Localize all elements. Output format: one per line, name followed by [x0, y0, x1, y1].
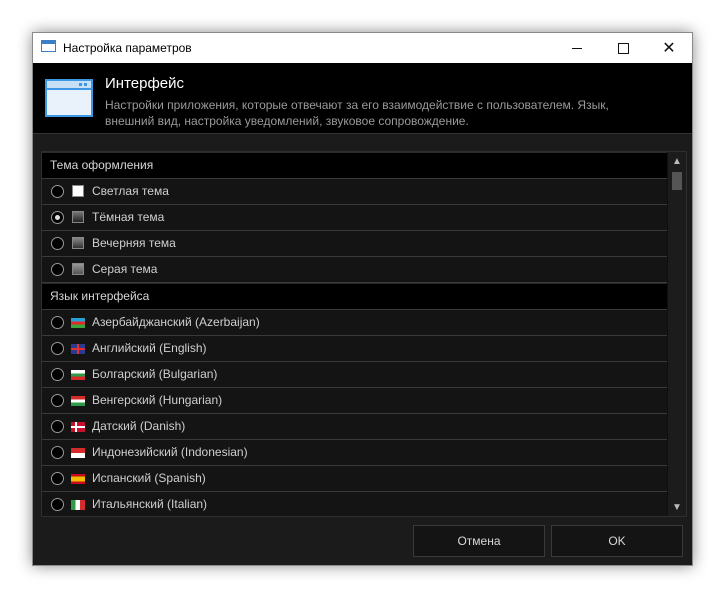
- close-button[interactable]: ✕: [646, 33, 692, 63]
- option-label: Венгерский (Hungarian): [92, 393, 223, 407]
- language-option-hungarian[interactable]: Венгерский (Hungarian): [42, 388, 667, 414]
- theme-option-evening[interactable]: Вечерняя тема: [42, 231, 667, 257]
- language-option-azerbaijani[interactable]: Азербайджанский (Azerbaijan): [42, 310, 667, 336]
- radio-button[interactable]: [51, 185, 64, 198]
- uk-flag-icon: [71, 344, 85, 354]
- radio-button[interactable]: [51, 342, 64, 355]
- option-label: Индонезийский (Indonesian): [92, 445, 248, 459]
- language-option-italian[interactable]: Итальянский (Italian): [42, 492, 667, 516]
- window-icon: [41, 40, 56, 52]
- close-icon: ✕: [662, 40, 676, 57]
- azerbaijan-flag-icon: [71, 318, 85, 328]
- option-label: Тёмная тема: [92, 210, 165, 224]
- option-label: Серая тема: [92, 262, 158, 276]
- gray-theme-swatch: [72, 263, 84, 275]
- settings-list-panel: Тема оформления Светлая тема Тёмная тема…: [41, 151, 687, 517]
- denmark-flag-icon: [71, 422, 85, 432]
- title-bar[interactable]: Настройка параметров ✕: [33, 33, 692, 63]
- language-option-spanish[interactable]: Испанский (Spanish): [42, 466, 667, 492]
- bulgaria-flag-icon: [71, 370, 85, 380]
- radio-button[interactable]: [51, 446, 64, 459]
- settings-list: Тема оформления Светлая тема Тёмная тема…: [42, 152, 667, 516]
- section-header-panel: Интерфейс Настройки приложения, которые …: [33, 63, 692, 134]
- radio-button[interactable]: [51, 263, 64, 276]
- minimize-button[interactable]: [554, 33, 600, 63]
- maximize-icon: [617, 42, 629, 54]
- option-label: Вечерняя тема: [92, 236, 176, 250]
- minimize-icon: [572, 47, 582, 49]
- hungary-flag-icon: [71, 396, 85, 406]
- option-label: Светлая тема: [92, 184, 169, 198]
- theme-option-gray[interactable]: Серая тема: [42, 257, 667, 283]
- option-label: Азербайджанский (Azerbaijan): [92, 315, 260, 329]
- option-label: Датский (Danish): [92, 419, 186, 433]
- radio-button[interactable]: [51, 316, 64, 329]
- radio-button[interactable]: [51, 420, 64, 433]
- radio-button[interactable]: [51, 394, 64, 407]
- theme-option-light[interactable]: Светлая тема: [42, 179, 667, 205]
- radio-button-selected[interactable]: [51, 211, 64, 224]
- language-option-danish[interactable]: Датский (Danish): [42, 414, 667, 440]
- theme-section-title: Тема оформления: [42, 152, 667, 179]
- vertical-scrollbar[interactable]: ▲ ▼: [668, 152, 686, 516]
- ok-button[interactable]: OK: [551, 525, 683, 557]
- settings-dialog: Настройка параметров ✕ Интерфейс Настрой…: [32, 32, 693, 566]
- radio-button[interactable]: [51, 237, 64, 250]
- italy-flag-icon: [71, 500, 85, 510]
- light-theme-swatch: [72, 185, 84, 197]
- option-label: Испанский (Spanish): [92, 471, 206, 485]
- window-title: Настройка параметров: [63, 41, 192, 55]
- maximize-button[interactable]: [600, 33, 646, 63]
- page-title: Интерфейс: [105, 75, 185, 92]
- dark-theme-swatch: [72, 211, 84, 223]
- radio-button[interactable]: [51, 368, 64, 381]
- cancel-button[interactable]: Отмена: [413, 525, 545, 557]
- option-label: Болгарский (Bulgarian): [92, 367, 218, 381]
- indonesia-flag-icon: [71, 448, 85, 458]
- language-option-english[interactable]: Английский (English): [42, 336, 667, 362]
- language-option-indonesian[interactable]: Индонезийский (Indonesian): [42, 440, 667, 466]
- theme-option-dark[interactable]: Тёмная тема: [42, 205, 667, 231]
- scroll-up-arrow-icon[interactable]: ▲: [668, 152, 686, 170]
- interface-window-icon: [45, 79, 93, 117]
- option-label: Итальянский (Italian): [92, 497, 208, 511]
- scroll-down-arrow-icon[interactable]: ▼: [668, 498, 686, 516]
- spain-flag-icon: [71, 474, 85, 484]
- language-section-title: Язык интерфейса: [42, 283, 667, 310]
- language-option-bulgarian[interactable]: Болгарский (Bulgarian): [42, 362, 667, 388]
- evening-theme-swatch: [72, 237, 84, 249]
- radio-button[interactable]: [51, 498, 64, 511]
- page-description: Настройки приложения, которые отвечают з…: [105, 98, 609, 128]
- radio-button[interactable]: [51, 472, 64, 485]
- option-label: Английский (English): [92, 341, 207, 355]
- scrollbar-thumb[interactable]: [672, 172, 682, 190]
